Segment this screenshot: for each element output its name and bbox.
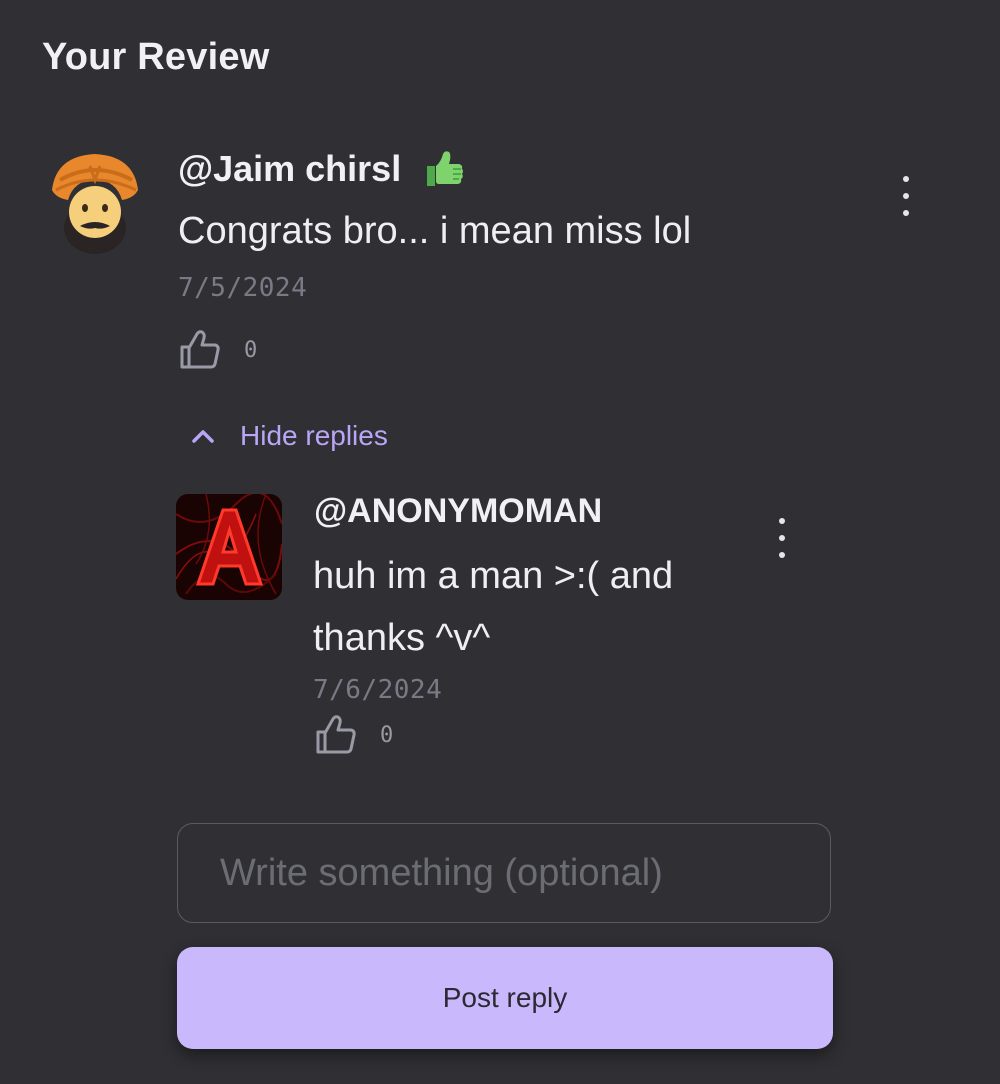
avatar[interactable] <box>46 150 144 260</box>
reply-date: 7/6/2024 <box>313 675 443 705</box>
like-icon[interactable] <box>178 328 222 372</box>
turban-avatar-icon <box>52 154 138 254</box>
post-reply-button[interactable]: Post reply <box>177 947 833 1049</box>
review-username[interactable]: @Jaim chirsl <box>178 148 401 190</box>
review-page: Your Review @Jaim chirsl Congrats bro...… <box>0 0 1000 1084</box>
thumbs-up-emoji-icon <box>427 151 464 186</box>
reply-input[interactable] <box>177 823 831 923</box>
review-date: 7/5/2024 <box>178 273 308 303</box>
hide-replies-label: Hide replies <box>240 420 388 451</box>
reply-username[interactable]: @ANONYMOMAN <box>314 492 602 531</box>
page-title: Your Review <box>42 36 270 78</box>
red-letter-a-avatar-icon <box>176 494 282 600</box>
review-text: Congrats bro... i mean miss lol <box>178 210 692 252</box>
reply-avatar[interactable] <box>176 494 282 600</box>
review-author[interactable]: @Jaim chirsl <box>178 148 465 190</box>
review-like-row: 0 <box>178 328 257 372</box>
reply-text: huh im a man >:( and thanks ^v^ <box>313 555 674 659</box>
reply-more-options-icon[interactable] <box>776 518 788 558</box>
like-icon[interactable] <box>314 713 358 757</box>
like-count: 0 <box>380 722 394 748</box>
hide-replies-button[interactable]: Hide replies <box>188 420 388 452</box>
review-more-options-icon[interactable] <box>900 176 912 216</box>
chevron-up-icon <box>192 430 214 443</box>
like-count: 0 <box>244 337 258 363</box>
reply-like-row: 0 <box>314 713 393 757</box>
